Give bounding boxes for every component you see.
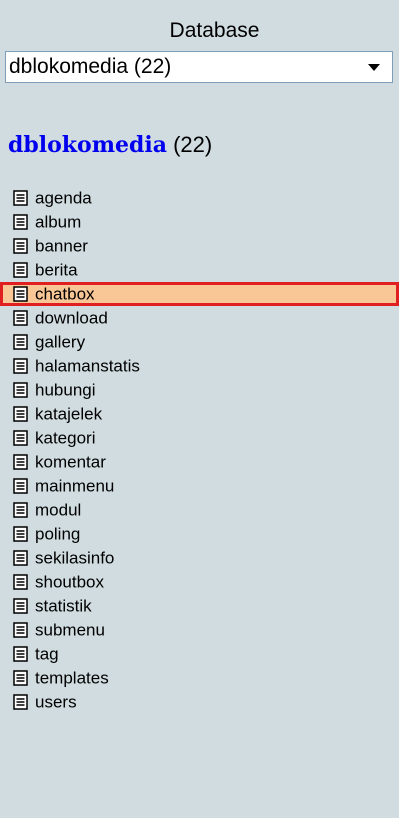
database-table-count: (22) [173,132,213,157]
table-item-label[interactable]: berita [35,261,78,280]
table-icon[interactable] [13,573,28,590]
table-item-chatbox[interactable]: chatbox [0,282,399,306]
table-icon[interactable] [13,621,28,638]
table-item-sekilasinfo[interactable]: sekilasinfo [0,546,399,570]
table-item-label[interactable]: gallery [35,333,85,352]
table-item-shoutbox[interactable]: shoutbox [0,570,399,594]
table-icon[interactable] [13,549,28,566]
table-item-submenu[interactable]: submenu [0,618,399,642]
table-item-label[interactable]: poling [35,525,80,544]
table-icon[interactable] [13,381,28,398]
table-item-album[interactable]: album [0,210,399,234]
dropdown-arrow-icon[interactable] [368,64,380,71]
table-item-tag[interactable]: tag [0,642,399,666]
table-icon[interactable] [13,525,28,542]
table-item-label[interactable]: sekilasinfo [35,549,114,568]
table-item-label[interactable]: users [35,693,77,712]
table-item-halamanstatis[interactable]: halamanstatis [0,354,399,378]
database-select-value: dblokomedia (22) [9,55,172,78]
table-item-komentar[interactable]: komentar [0,450,399,474]
table-item-modul[interactable]: modul [0,498,399,522]
table-item-kategori[interactable]: kategori [0,426,399,450]
table-icon[interactable] [13,501,28,518]
table-icon[interactable] [13,285,28,302]
table-item-label[interactable]: submenu [35,621,105,640]
table-icon[interactable] [13,357,28,374]
table-icon[interactable] [13,429,28,446]
table-item-label[interactable]: album [35,213,81,232]
database-label: Database [169,19,260,42]
table-icon[interactable] [13,333,28,350]
table-icon[interactable] [13,453,28,470]
table-icon[interactable] [13,477,28,494]
table-item-mainmenu[interactable]: mainmenu [0,474,399,498]
table-item-label[interactable]: katajelek [35,405,102,424]
table-item-label[interactable]: agenda [35,189,92,208]
table-item-label[interactable]: tag [35,645,59,664]
table-item-label[interactable]: statistik [35,597,92,616]
table-item-label[interactable]: hubungi [35,381,96,400]
table-icon[interactable] [13,693,28,710]
database-select[interactable]: dblokomedia (22) [5,51,393,83]
table-list: agenda album banner berita chatbox download ga… [0,186,399,714]
table-item-label[interactable]: templates [35,669,109,688]
table-icon[interactable] [13,645,28,662]
table-icon[interactable] [13,597,28,614]
table-item-poling[interactable]: poling [0,522,399,546]
table-icon[interactable] [13,237,28,254]
table-icon[interactable] [13,309,28,326]
table-item-statistik[interactable]: statistik [0,594,399,618]
table-icon[interactable] [13,213,28,230]
table-item-label[interactable]: shoutbox [35,573,104,592]
table-item-gallery[interactable]: gallery [0,330,399,354]
table-item-users[interactable]: users [0,690,399,714]
table-item-templates[interactable]: templates [0,666,399,690]
table-item-download[interactable]: download [0,306,399,330]
table-item-berita[interactable]: berita [0,258,399,282]
table-item-agenda[interactable]: agenda [0,186,399,210]
table-item-label[interactable]: halamanstatis [35,357,140,376]
table-icon[interactable] [13,261,28,278]
table-item-label[interactable]: komentar [35,453,106,472]
table-item-katajelek[interactable]: katajelek [0,402,399,426]
table-icon[interactable] [13,189,28,206]
database-name-link[interactable]: dblokomedia [8,132,167,158]
table-item-label[interactable]: modul [35,501,81,520]
database-heading: dblokomedia (22) [8,132,212,158]
table-item-label[interactable]: chatbox [35,285,95,304]
table-item-banner[interactable]: banner [0,234,399,258]
table-item-label[interactable]: mainmenu [35,477,114,496]
table-icon[interactable] [13,405,28,422]
table-item-label[interactable]: banner [35,237,88,256]
table-item-label[interactable]: kategori [35,429,95,448]
table-icon[interactable] [13,669,28,686]
table-item-label[interactable]: download [35,309,108,328]
table-item-hubungi[interactable]: hubungi [0,378,399,402]
